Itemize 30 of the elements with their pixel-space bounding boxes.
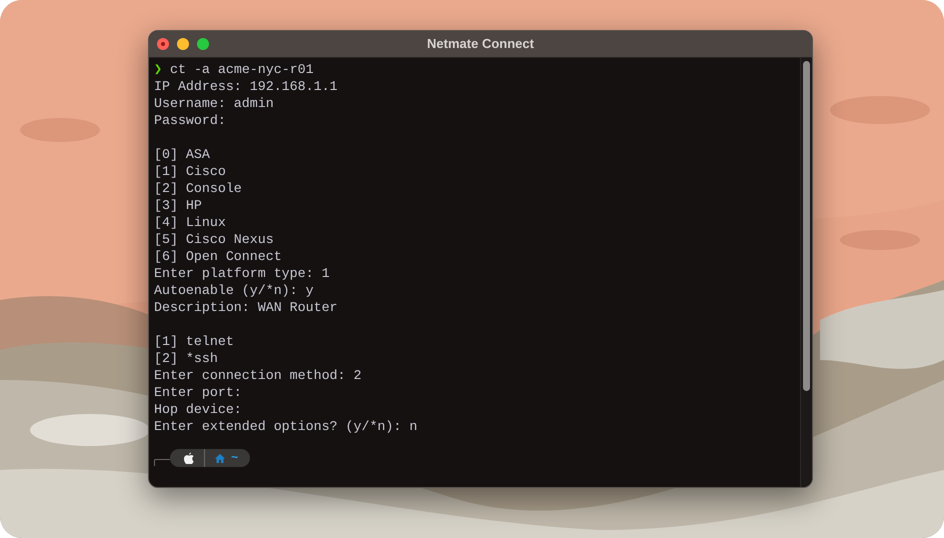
- output-line: Enter port:: [154, 384, 243, 401]
- path-text: ~: [231, 450, 238, 467]
- output-line: Enter platform type: 1: [154, 265, 331, 282]
- prompt-connector-icon: [154, 458, 170, 466]
- output-line: [6] Open Connect: [154, 248, 283, 265]
- output-line: Username: admin: [154, 95, 275, 112]
- output-line: [4] Linux: [154, 214, 227, 231]
- output-line: Password:: [154, 112, 227, 129]
- output-line: Hop device:: [154, 401, 243, 418]
- output-line: Autoenable (y/*n): y: [154, 282, 315, 299]
- output-line: [3] HP: [154, 197, 203, 214]
- output-line: [0] ASA: [154, 146, 211, 163]
- output-line: [1] telnet: [154, 333, 235, 350]
- home-icon: [215, 454, 225, 462]
- output-line: [2] *ssh: [154, 350, 219, 367]
- output-line: Enter extended options? (y/*n): n: [154, 418, 418, 435]
- minimize-button[interactable]: [177, 38, 189, 50]
- output-line: IP Address: 192.168.1.1: [154, 78, 339, 95]
- scrollbar-thumb[interactable]: [803, 61, 810, 391]
- output-line: [2] Console: [154, 180, 243, 197]
- output-line: Enter connection method: 2: [154, 367, 362, 384]
- output-line: Description: WAN Router: [154, 299, 339, 316]
- output-line: [5] Cisco Nexus: [154, 231, 275, 248]
- output-line: [1] Cisco: [154, 163, 227, 180]
- apple-icon: [184, 452, 194, 464]
- zoom-button[interactable]: [197, 38, 209, 50]
- close-button[interactable]: [157, 38, 169, 50]
- command-text: ct -a acme-nyc-r01: [170, 61, 314, 78]
- prompt-symbol: ❯: [154, 61, 162, 78]
- window-title: Netmate Connect: [427, 35, 534, 54]
